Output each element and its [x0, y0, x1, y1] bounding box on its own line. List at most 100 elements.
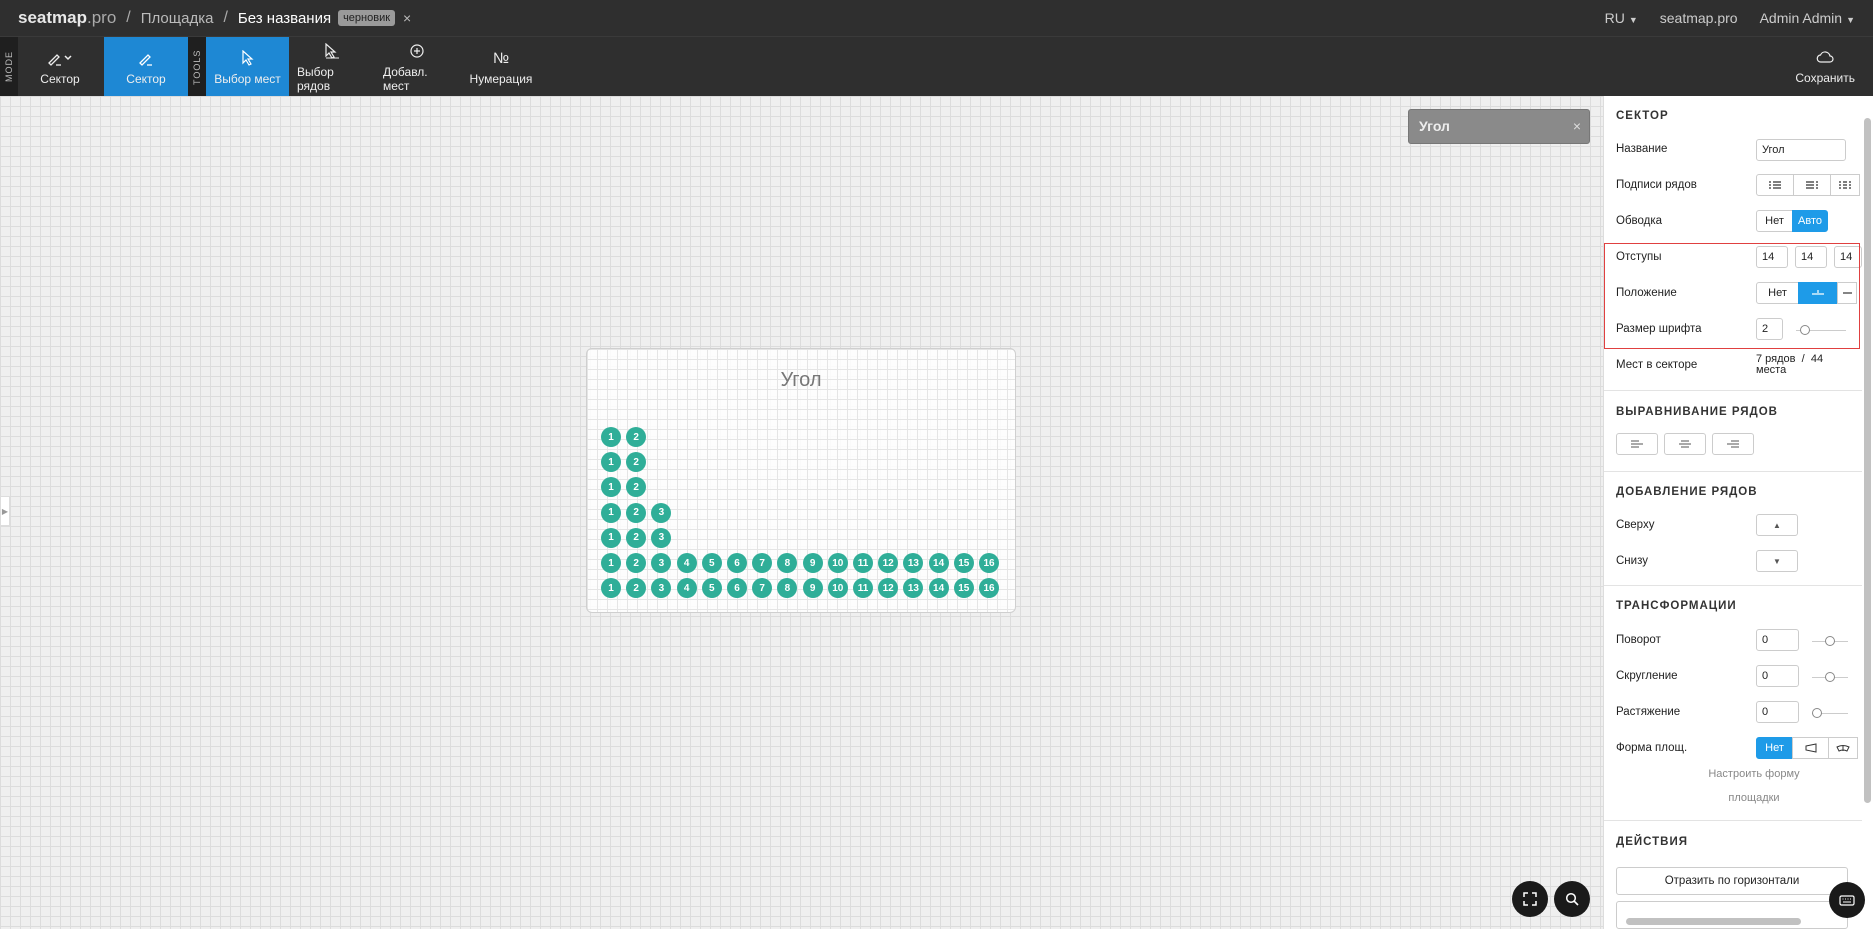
breadcrumb-current[interactable]: Без названия — [238, 10, 331, 27]
seat[interactable]: 11 — [853, 578, 873, 599]
seat[interactable]: 6 — [727, 578, 747, 599]
seat[interactable]: 4 — [676, 578, 697, 599]
seat[interactable]: 1 — [601, 477, 621, 498]
seat[interactable]: 14 — [928, 578, 949, 599]
slider-knob[interactable] — [1825, 672, 1835, 682]
keyboard-icon — [1839, 894, 1855, 906]
mode-sector-dropdown[interactable]: Сектор — [18, 37, 102, 97]
seat[interactable]: 3 — [651, 502, 672, 523]
site-link[interactable]: seatmap.pro — [1660, 10, 1738, 26]
close-icon[interactable]: × — [1573, 118, 1581, 134]
shape-none-button[interactable]: Нет — [1756, 737, 1793, 759]
section-add-rows-title: ДОБАВЛЕНИЕ РЯДОВ — [1616, 486, 1758, 498]
align-left-button[interactable] — [1616, 433, 1658, 455]
row-labels-both-button[interactable] — [1830, 174, 1860, 196]
tool-numbering[interactable]: № Нумерация — [459, 37, 543, 97]
seat[interactable]: 2 — [626, 527, 647, 548]
stretch-input[interactable] — [1756, 701, 1799, 723]
align-right-icon — [1727, 440, 1739, 448]
seat[interactable]: 2 — [626, 553, 647, 573]
horizontal-scrollbar[interactable] — [1626, 918, 1801, 925]
tool-add-seats[interactable]: Добавл. мест — [375, 37, 459, 97]
seat[interactable]: 1 — [601, 427, 621, 447]
fullscreen-button[interactable] — [1512, 881, 1548, 917]
seat[interactable]: 2 — [626, 477, 647, 498]
seat[interactable]: 2 — [626, 452, 647, 473]
rotate-slider[interactable] — [1812, 636, 1848, 646]
round-slider[interactable] — [1812, 672, 1848, 682]
outline-none-button[interactable]: Нет — [1756, 210, 1793, 232]
breadcrumb-venue[interactable]: Площадка — [141, 10, 214, 27]
seat[interactable]: 1 — [601, 527, 621, 548]
zoom-button[interactable] — [1554, 881, 1590, 917]
seat[interactable]: 15 — [953, 553, 974, 573]
tool-select-rows[interactable]: Выбор рядов — [289, 37, 375, 97]
seat[interactable]: 4 — [676, 553, 697, 573]
shape-arc-button[interactable] — [1828, 737, 1858, 759]
tool-select-seats[interactable]: Выбор мест — [206, 37, 289, 97]
seat[interactable]: 2 — [626, 502, 647, 523]
chevron-right-icon[interactable]: ▶ — [0, 496, 10, 526]
list-both-icon — [1839, 181, 1851, 189]
seat[interactable]: 14 — [928, 553, 949, 573]
vertical-scrollbar[interactable] — [1864, 118, 1871, 803]
seat[interactable]: 2 — [626, 427, 647, 447]
align-center-button[interactable] — [1664, 433, 1706, 455]
seat[interactable]: 3 — [651, 578, 672, 599]
seat[interactable]: 6 — [727, 553, 747, 573]
add-row-below-button[interactable]: ▼ — [1756, 550, 1798, 572]
rotate-input[interactable] — [1756, 629, 1799, 651]
round-input[interactable] — [1756, 665, 1799, 687]
seat[interactable]: 1 — [601, 502, 621, 523]
seat[interactable]: 7 — [752, 578, 773, 599]
seat[interactable]: 10 — [827, 553, 848, 573]
add-row-above-button[interactable]: ▲ — [1756, 514, 1798, 536]
row-labels-left-button[interactable] — [1756, 174, 1794, 196]
seat[interactable]: 3 — [651, 527, 672, 548]
configure-shape-link[interactable]: Настроить форму площадки — [1684, 762, 1824, 810]
seat[interactable]: 16 — [979, 553, 999, 573]
align-center-icon — [1679, 440, 1691, 448]
seat[interactable]: 1 — [601, 452, 621, 473]
seat[interactable]: 13 — [903, 578, 924, 599]
close-icon[interactable]: × — [403, 10, 411, 26]
seat[interactable]: 8 — [777, 553, 798, 573]
outline-auto-button[interactable]: Авто — [1792, 210, 1828, 232]
align-right-button[interactable] — [1712, 433, 1754, 455]
sector-popover[interactable]: Угол × — [1408, 109, 1590, 144]
chevron-down-icon: ▼ — [1846, 15, 1855, 25]
seat[interactable]: 1 — [601, 553, 621, 573]
seat[interactable]: 12 — [878, 578, 899, 599]
user-menu[interactable]: Admin Admin ▼ — [1760, 10, 1855, 26]
seat[interactable]: 15 — [953, 578, 974, 599]
shape-trapezoid-button[interactable] — [1792, 737, 1829, 759]
sector-block[interactable]: Угол 1 2 1 2 1 2 1 2 3 1 2 3 1 2 3 4 5 6 7 8 9 10 11 12 13 14 15 16… — [586, 348, 1016, 613]
flip-horizontal-button[interactable]: Отразить по горизонтали — [1616, 867, 1848, 895]
row-labels-right-button[interactable] — [1793, 174, 1831, 196]
sector-name-input[interactable] — [1756, 139, 1846, 161]
stretch-label: Растяжение — [1616, 706, 1681, 718]
save-button[interactable]: Сохранить — [1795, 37, 1855, 97]
seat[interactable]: 16 — [979, 578, 999, 599]
seat[interactable]: 12 — [878, 553, 899, 573]
seat[interactable]: 10 — [827, 578, 848, 599]
seat[interactable]: 8 — [777, 578, 798, 599]
seat[interactable]: 2 — [626, 578, 647, 599]
seat[interactable]: 13 — [903, 553, 924, 573]
slider-knob[interactable] — [1812, 708, 1822, 718]
seat[interactable]: 9 — [802, 553, 823, 573]
seat[interactable]: 9 — [802, 578, 823, 599]
seat[interactable]: 11 — [853, 553, 873, 573]
keyboard-button[interactable] — [1829, 882, 1865, 918]
seat[interactable]: 1 — [601, 578, 621, 599]
stretch-slider[interactable] — [1812, 708, 1848, 718]
arc-shape-icon — [1836, 745, 1850, 752]
seat[interactable]: 7 — [752, 553, 773, 573]
seat[interactable]: 5 — [701, 553, 722, 573]
seat[interactable]: 5 — [701, 578, 722, 599]
brand-logo[interactable]: seatmap.pro — [18, 8, 116, 28]
slider-knob[interactable] — [1825, 636, 1835, 646]
language-select[interactable]: RU ▼ — [1605, 10, 1638, 26]
seat[interactable]: 3 — [651, 553, 672, 573]
tool-sector[interactable]: Сектор — [104, 37, 188, 97]
